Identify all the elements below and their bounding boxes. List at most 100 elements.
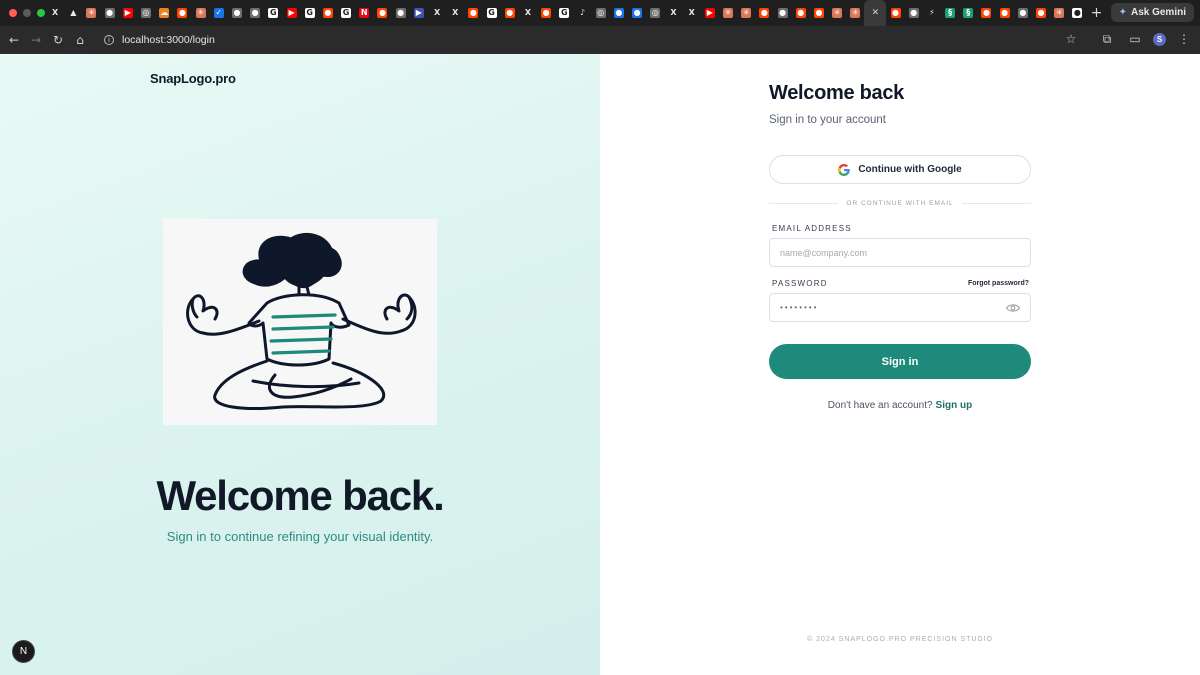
window-controls — [0, 9, 46, 17]
browser-tab[interactable]: X — [664, 0, 682, 26]
forward-icon[interactable]: → — [25, 29, 47, 51]
minimize-window-button[interactable] — [23, 9, 31, 17]
browser-tab[interactable]: ✳ — [737, 0, 755, 26]
show-password-eye-icon[interactable] — [1006, 302, 1020, 314]
reddit-icon: ● — [377, 8, 388, 18]
browser-tab[interactable]: ● — [977, 0, 995, 26]
claude-icon: ✳ — [741, 8, 752, 18]
signup-prompt-text: Don't have an account? — [827, 400, 933, 411]
new-tab-button[interactable]: + — [1087, 5, 1107, 21]
browser-tab[interactable]: ✳ — [82, 0, 100, 26]
brand-logo[interactable]: SnapLogo.pro — [150, 71, 236, 86]
browser-tab[interactable]: ● — [810, 0, 828, 26]
browser-tab[interactable]: ● — [792, 0, 810, 26]
browser-tab[interactable]: X — [428, 0, 446, 26]
browser-tab[interactable]: X — [519, 0, 537, 26]
hero-title: Welcome back. — [156, 472, 444, 519]
browser-tab[interactable]: ✳ — [846, 0, 864, 26]
browser-tab[interactable]: ⚡ — [923, 0, 941, 26]
browser-tab[interactable]: ☁ — [155, 0, 173, 26]
browser-tab[interactable]: X — [446, 0, 464, 26]
browser-tab[interactable]: ● — [628, 0, 646, 26]
browser-tab[interactable]: ● — [610, 0, 628, 26]
browser-tab[interactable]: ● — [774, 0, 792, 26]
meditation-illustration — [163, 219, 437, 425]
browser-tab[interactable]: ▶ — [701, 0, 719, 26]
browser-tab[interactable]: ✓ — [210, 0, 228, 26]
browser-tab[interactable]: N — [355, 0, 373, 26]
bookmark-star-icon[interactable]: ☆ — [1061, 29, 1081, 49]
browser-tab[interactable]: ● — [755, 0, 773, 26]
browser-tab[interactable]: ✳ — [828, 0, 846, 26]
sign-up-link[interactable]: Sign up — [936, 400, 973, 411]
reload-icon[interactable]: ↻ — [47, 29, 69, 51]
reddit-icon: ● — [795, 8, 806, 18]
close-tab-icon[interactable]: ✕ — [870, 8, 880, 18]
google-icon — [838, 163, 851, 176]
browser-tab[interactable]: § — [959, 0, 977, 26]
browser-tab[interactable]: ● — [1068, 0, 1086, 26]
forgot-password-link[interactable]: Forgot password? — [968, 280, 1029, 287]
browser-tab[interactable]: ◎ — [646, 0, 664, 26]
browser-tab[interactable]: § — [941, 0, 959, 26]
ask-gemini-button[interactable]: ✦ Ask Gemini — [1110, 3, 1194, 22]
tiktok-icon: ♪ — [579, 8, 586, 17]
browser-tab[interactable]: ♪ — [573, 0, 591, 26]
browser-tab[interactable]: G — [555, 0, 573, 26]
sign-in-button[interactable]: Sign in — [769, 344, 1031, 379]
nextjs-dev-badge[interactable]: N — [12, 640, 35, 663]
browser-tab[interactable]: ● — [228, 0, 246, 26]
site-info-icon[interactable]: i — [104, 35, 114, 45]
extensions-icon[interactable]: ⧉ — [1097, 29, 1117, 49]
tab-list: X ▲ ✳ ● ▶ ◎ ☁ ● ✳ ✓ ● ● G ▶ G ● G N ● ● ▶ X X ● G ● X ● G ♪ ◎ ● ● ◎ X X ▶ ✳ ✳ ●… — [46, 0, 1200, 26]
side-panel-icon[interactable]: ▭ — [1125, 29, 1145, 49]
browser-tab[interactable]: ▶ — [119, 0, 137, 26]
google-signin-button[interactable]: Continue with Google — [769, 155, 1031, 184]
browser-tab[interactable]: ● — [373, 0, 391, 26]
browser-tab[interactable]: X — [683, 0, 701, 26]
browser-tab[interactable]: ● — [501, 0, 519, 26]
google-icon: G — [341, 8, 352, 18]
active-browser-tab[interactable]: ✕ — [864, 0, 887, 26]
browser-tab[interactable]: ● — [392, 0, 410, 26]
browser-tab[interactable]: G — [264, 0, 282, 26]
close-window-button[interactable] — [9, 9, 17, 17]
browser-tab[interactable]: ● — [464, 0, 482, 26]
browser-tab[interactable]: ● — [319, 0, 337, 26]
home-icon[interactable]: ⌂ — [69, 29, 91, 51]
browser-tab[interactable]: ◎ — [137, 0, 155, 26]
browser-tab[interactable]: ● — [1014, 0, 1032, 26]
form-title: Welcome back — [769, 82, 904, 104]
browser-tab[interactable]: ● — [537, 0, 555, 26]
globe-icon: ● — [231, 8, 242, 18]
maximize-window-button[interactable] — [37, 9, 45, 17]
menu-icon[interactable]: ⋮ — [1174, 29, 1194, 49]
address-bar[interactable]: i localhost:3000/login — [98, 29, 1083, 51]
browser-tab[interactable]: ▶ — [410, 0, 428, 26]
browser-tab[interactable]: ▲ — [64, 0, 82, 26]
browser-tab[interactable]: ● — [905, 0, 923, 26]
browser-tab[interactable]: ● — [886, 0, 904, 26]
browser-tab[interactable]: ✳ — [719, 0, 737, 26]
browser-tab[interactable]: ▶ — [282, 0, 300, 26]
browser-tab[interactable]: ✳ — [192, 0, 210, 26]
profile-avatar[interactable]: S — [1153, 32, 1166, 46]
browser-tab[interactable]: ● — [1032, 0, 1050, 26]
browser-tab[interactable]: X — [46, 0, 64, 26]
browser-tab[interactable]: G — [337, 0, 355, 26]
email-field[interactable]: name@company.com — [769, 238, 1031, 267]
claude-icon: ✳ — [1054, 8, 1065, 18]
browser-tab[interactable]: ● — [246, 0, 264, 26]
browser-tab[interactable]: ● — [173, 0, 191, 26]
browser-tab[interactable]: ✳ — [1050, 0, 1068, 26]
browser-tab[interactable]: ● — [101, 0, 119, 26]
browser-tab[interactable]: G — [301, 0, 319, 26]
back-icon[interactable]: ← — [3, 29, 25, 51]
browser-tab[interactable]: ◎ — [592, 0, 610, 26]
password-field[interactable]: •••••••• — [769, 293, 1031, 322]
browser-tab[interactable]: G — [483, 0, 501, 26]
browser-tab[interactable]: ● — [996, 0, 1014, 26]
google-icon: G — [268, 8, 279, 18]
toolbar-actions: ☆ ⧉ ▭ S ⋮ — [1061, 29, 1194, 49]
github-icon: ● — [395, 8, 406, 18]
